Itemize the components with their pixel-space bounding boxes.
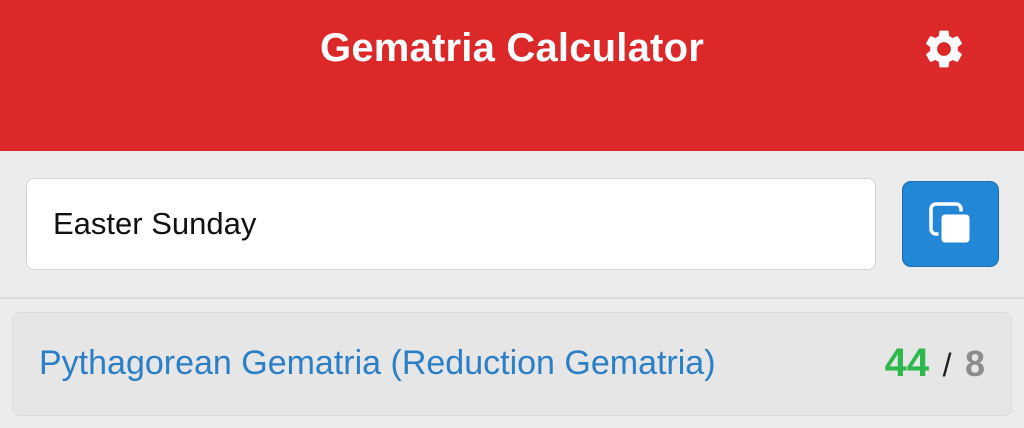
reduced-value: 8 <box>964 343 985 384</box>
copy-icon <box>928 202 972 246</box>
settings-button[interactable] <box>916 24 972 74</box>
app-header: Gematria Calculator <box>0 0 1024 151</box>
copy-button[interactable] <box>902 181 999 267</box>
result-row-pythagorean[interactable]: Pythagorean Gematria (Reduction Gematria… <box>12 312 1012 416</box>
gear-icon <box>926 30 962 68</box>
gematria-value: 44 <box>884 341 930 385</box>
cipher-name[interactable]: Pythagorean Gematria (Reduction Gematria… <box>39 313 716 414</box>
search-area <box>0 151 1024 299</box>
result-values: 44 / 8 <box>885 313 985 414</box>
phrase-input[interactable] <box>26 178 876 270</box>
value-separator: / <box>942 347 952 383</box>
page-title: Gematria Calculator <box>320 26 704 70</box>
